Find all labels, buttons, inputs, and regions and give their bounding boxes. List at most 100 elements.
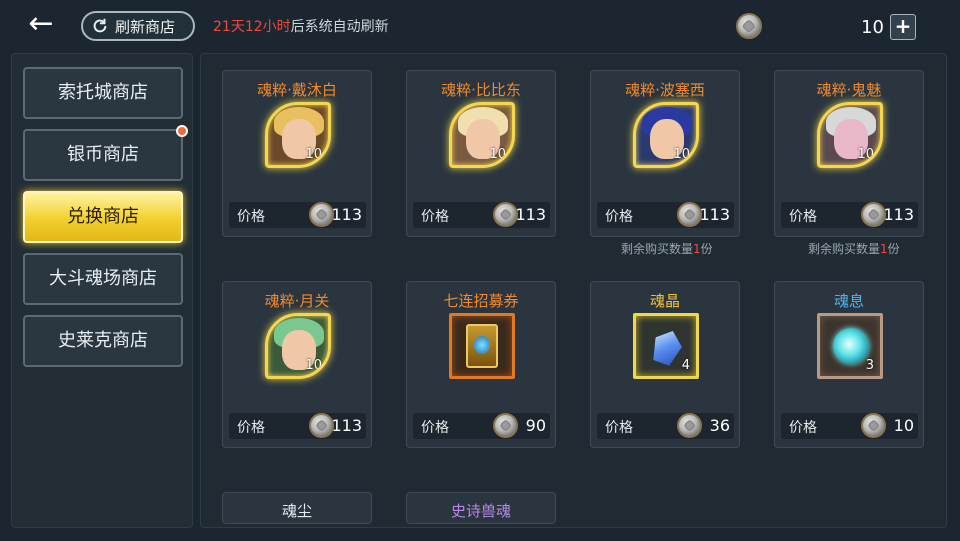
notification-dot	[176, 125, 188, 137]
shop-card[interactable]: 魂粹·比比东 10 价格 113	[406, 70, 556, 237]
item-quantity: 3	[865, 358, 874, 373]
limit-prefix: 剩余购买数量	[621, 242, 694, 256]
top-bar: ← 刷新商店 21天12小时后系统自动刷新 10 +	[0, 0, 960, 52]
soul-coin-icon	[493, 202, 518, 227]
price-value: 10	[893, 416, 914, 435]
sidebar-item-label: 银币商店	[67, 144, 139, 165]
soul-coin-icon	[677, 202, 702, 227]
limit-suffix: 份	[700, 242, 713, 256]
price-bar: 价格 90	[413, 413, 550, 439]
shop-card[interactable]: 魂尘	[222, 492, 372, 524]
price-bar: 价格 113	[413, 202, 550, 228]
soul-coin-icon	[309, 202, 334, 227]
price-bar: 价格 113	[597, 202, 734, 228]
auto-refresh-countdown: 21天12小时后系统自动刷新	[213, 16, 389, 36]
hero-portrait-icon: 10	[817, 102, 883, 168]
item-quantity: 10	[489, 147, 506, 162]
shop-card[interactable]: 史诗兽魂	[406, 492, 556, 524]
price-bar: 价格 113	[781, 202, 918, 228]
sidebar-item-label: 大斗魂场商店	[49, 268, 157, 289]
item-quantity: 4	[681, 358, 690, 373]
recruit-ticket-icon	[449, 313, 515, 379]
shop-sidebar: 索托城商店 银币商店 兑换商店 大斗魂场商店 史莱克商店	[11, 53, 193, 528]
price-bar: 价格 113	[229, 202, 366, 228]
item-name: 魂粹·比比东	[441, 81, 521, 99]
shop-card[interactable]: 七连招募券 价格 90	[406, 281, 556, 448]
refresh-icon	[93, 18, 107, 33]
price-label: 价格	[237, 209, 265, 225]
sidebar-item-label: 索托城商店	[58, 82, 148, 103]
shop-card[interactable]: 魂粹·月关 10 价格 113	[222, 281, 372, 448]
price-label: 价格	[789, 209, 817, 225]
price-value: 113	[331, 205, 362, 224]
hero-portrait-icon: 10	[449, 102, 515, 168]
price-bar: 价格 113	[229, 413, 366, 439]
hero-portrait-icon: 10	[265, 313, 331, 379]
item-name: 魂晶	[649, 292, 680, 310]
price-label: 价格	[237, 420, 265, 436]
price-bar: 价格 10	[781, 413, 918, 439]
limit-suffix: 份	[887, 242, 900, 256]
refresh-shop-button[interactable]: 刷新商店	[81, 11, 195, 41]
shop-card[interactable]: 魂晶 4 价格 36	[590, 281, 740, 448]
price-label: 价格	[421, 420, 449, 436]
item-name: 魂粹·月关	[264, 292, 330, 310]
sidebar-item-label: 史莱克商店	[58, 330, 148, 351]
price-value: 113	[883, 205, 914, 224]
item-name: 魂息	[833, 292, 864, 310]
item-quantity: 10	[305, 358, 322, 373]
price-value: 90	[525, 416, 546, 435]
price-value: 113	[515, 205, 546, 224]
shop-card[interactable]: 魂粹·波塞西 10 价格 113	[590, 70, 740, 237]
item-name: 魂尘	[281, 502, 312, 520]
item-name: 史诗兽魂	[450, 502, 511, 520]
soul-coin-icon	[861, 202, 886, 227]
soul-breath-orb-icon: 3	[817, 313, 883, 379]
price-label: 价格	[605, 420, 633, 436]
soul-coin-icon	[736, 13, 762, 39]
sidebar-item-sotuo-shop[interactable]: 索托城商店	[23, 67, 183, 119]
price-label: 价格	[421, 209, 449, 225]
sidebar-item-shrek-shop[interactable]: 史莱克商店	[23, 315, 183, 367]
shop-card[interactable]: 魂粹·戴沐白 10 价格 113	[222, 70, 372, 237]
shop-card[interactable]: 魂粹·鬼魅 10 价格 113	[774, 70, 924, 237]
shop-card[interactable]: 魂息 3 价格 10	[774, 281, 924, 448]
sidebar-item-silver-shop[interactable]: 银币商店	[23, 125, 188, 181]
soul-coin-icon	[493, 413, 518, 438]
soul-coin-icon	[861, 413, 886, 438]
item-name: 魂粹·鬼魅	[816, 81, 882, 99]
countdown-suffix: 后系统自动刷新	[290, 19, 389, 35]
item-name: 七连招募券	[443, 292, 519, 310]
price-value: 36	[709, 416, 730, 435]
limit-count: 1	[693, 242, 701, 256]
refresh-shop-label: 刷新商店	[115, 17, 176, 36]
item-name: 魂粹·戴沐白	[257, 81, 337, 99]
limit-prefix: 剩余购买数量	[808, 242, 881, 256]
limit-count: 1	[880, 242, 888, 256]
price-label: 价格	[789, 420, 817, 436]
currency-display: 10 +	[736, 12, 916, 42]
price-value: 113	[331, 416, 362, 435]
price-bar: 价格 36	[597, 413, 734, 439]
add-currency-button[interactable]: +	[890, 14, 916, 40]
item-quantity: 10	[857, 147, 874, 162]
hero-portrait-icon: 10	[633, 102, 699, 168]
item-quantity: 10	[305, 147, 322, 162]
purchase-limit-text: 剩余购买数量1份	[808, 240, 900, 257]
soul-coin-icon	[309, 413, 334, 438]
soul-coin-icon	[677, 413, 702, 438]
soul-crystal-icon: 4	[633, 313, 699, 379]
item-name: 魂粹·波塞西	[625, 81, 705, 99]
purchase-limit-text: 剩余购买数量1份	[621, 240, 713, 257]
sidebar-item-arena-shop[interactable]: 大斗魂场商店	[23, 253, 183, 305]
hero-portrait-icon: 10	[265, 102, 331, 168]
currency-amount: 10	[861, 17, 884, 38]
sidebar-item-exchange-shop[interactable]: 兑换商店	[23, 191, 183, 243]
sidebar-item-label: 兑换商店	[67, 206, 139, 227]
back-arrow-icon[interactable]: ←	[24, 8, 58, 42]
price-label: 价格	[605, 209, 633, 225]
countdown-time: 21天12小时	[213, 19, 291, 35]
price-value: 113	[699, 205, 730, 224]
shop-item-grid: 魂粹·戴沐白 10 价格 113 魂粹·比比东 10 价格 113 魂粹·波塞西…	[200, 53, 947, 528]
item-quantity: 10	[673, 147, 690, 162]
